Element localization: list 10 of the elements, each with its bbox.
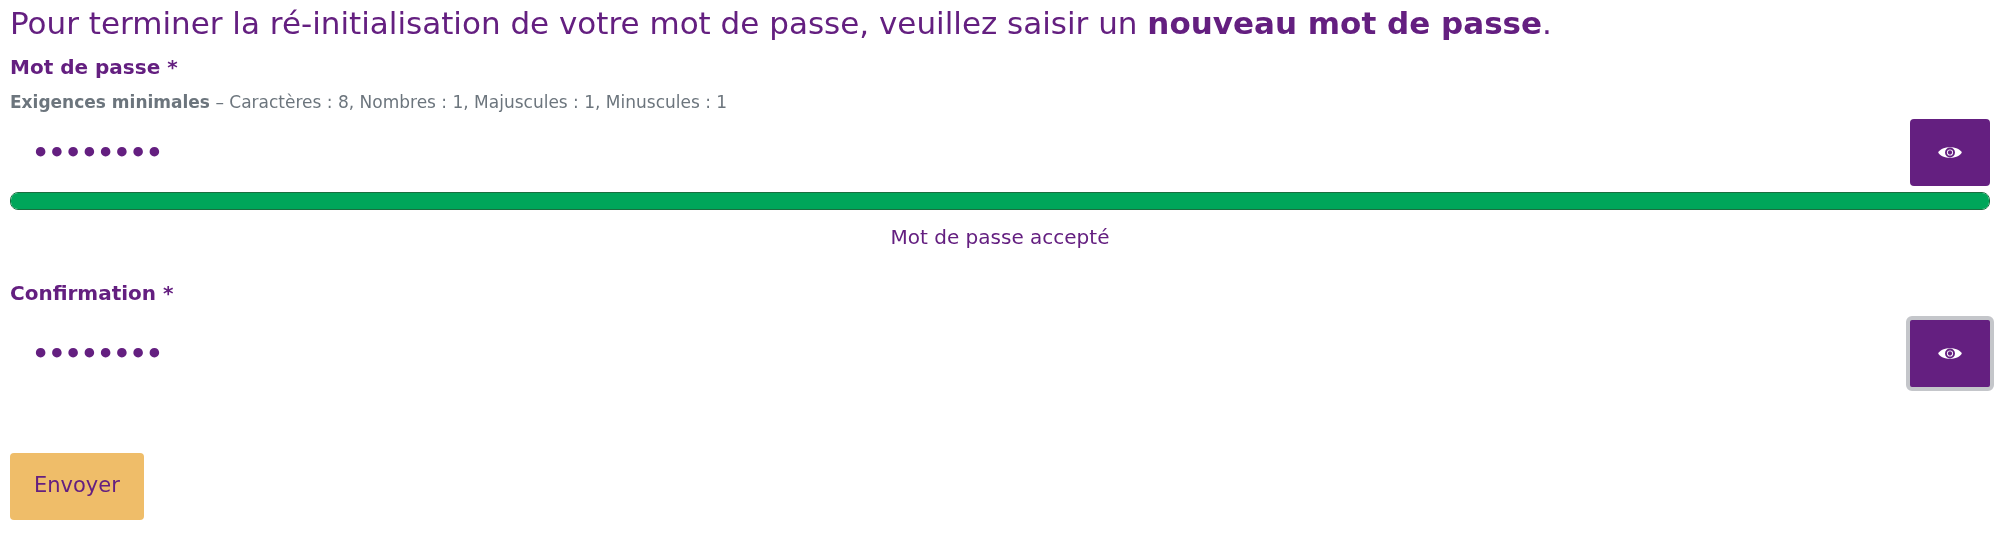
field-label: Confirmation *: [10, 279, 175, 307]
requirements-text: Exigences minimales – Caractères : 8, Nombres : 1, Majuscules : 1, Minuscules : 1: [10, 91, 729, 114]
password-field[interactable]: ••••••••: [10, 117, 1910, 188]
password-field[interactable]: ••••••••: [10, 318, 1906, 388]
submit-button[interactable]: Envoyer: [10, 452, 144, 520]
page-heading: Pour terminer la ré-initialisation de votre mot de passe, veuillez saisir un nouveau mot de passe.: [10, 4, 1553, 43]
show-password-button[interactable]: [1906, 315, 1994, 391]
strength-message: Mot de passe accepté: [889, 223, 1111, 251]
field-label: Mot de passe *: [10, 54, 179, 81]
show-password-button[interactable]: [1910, 119, 1990, 186]
